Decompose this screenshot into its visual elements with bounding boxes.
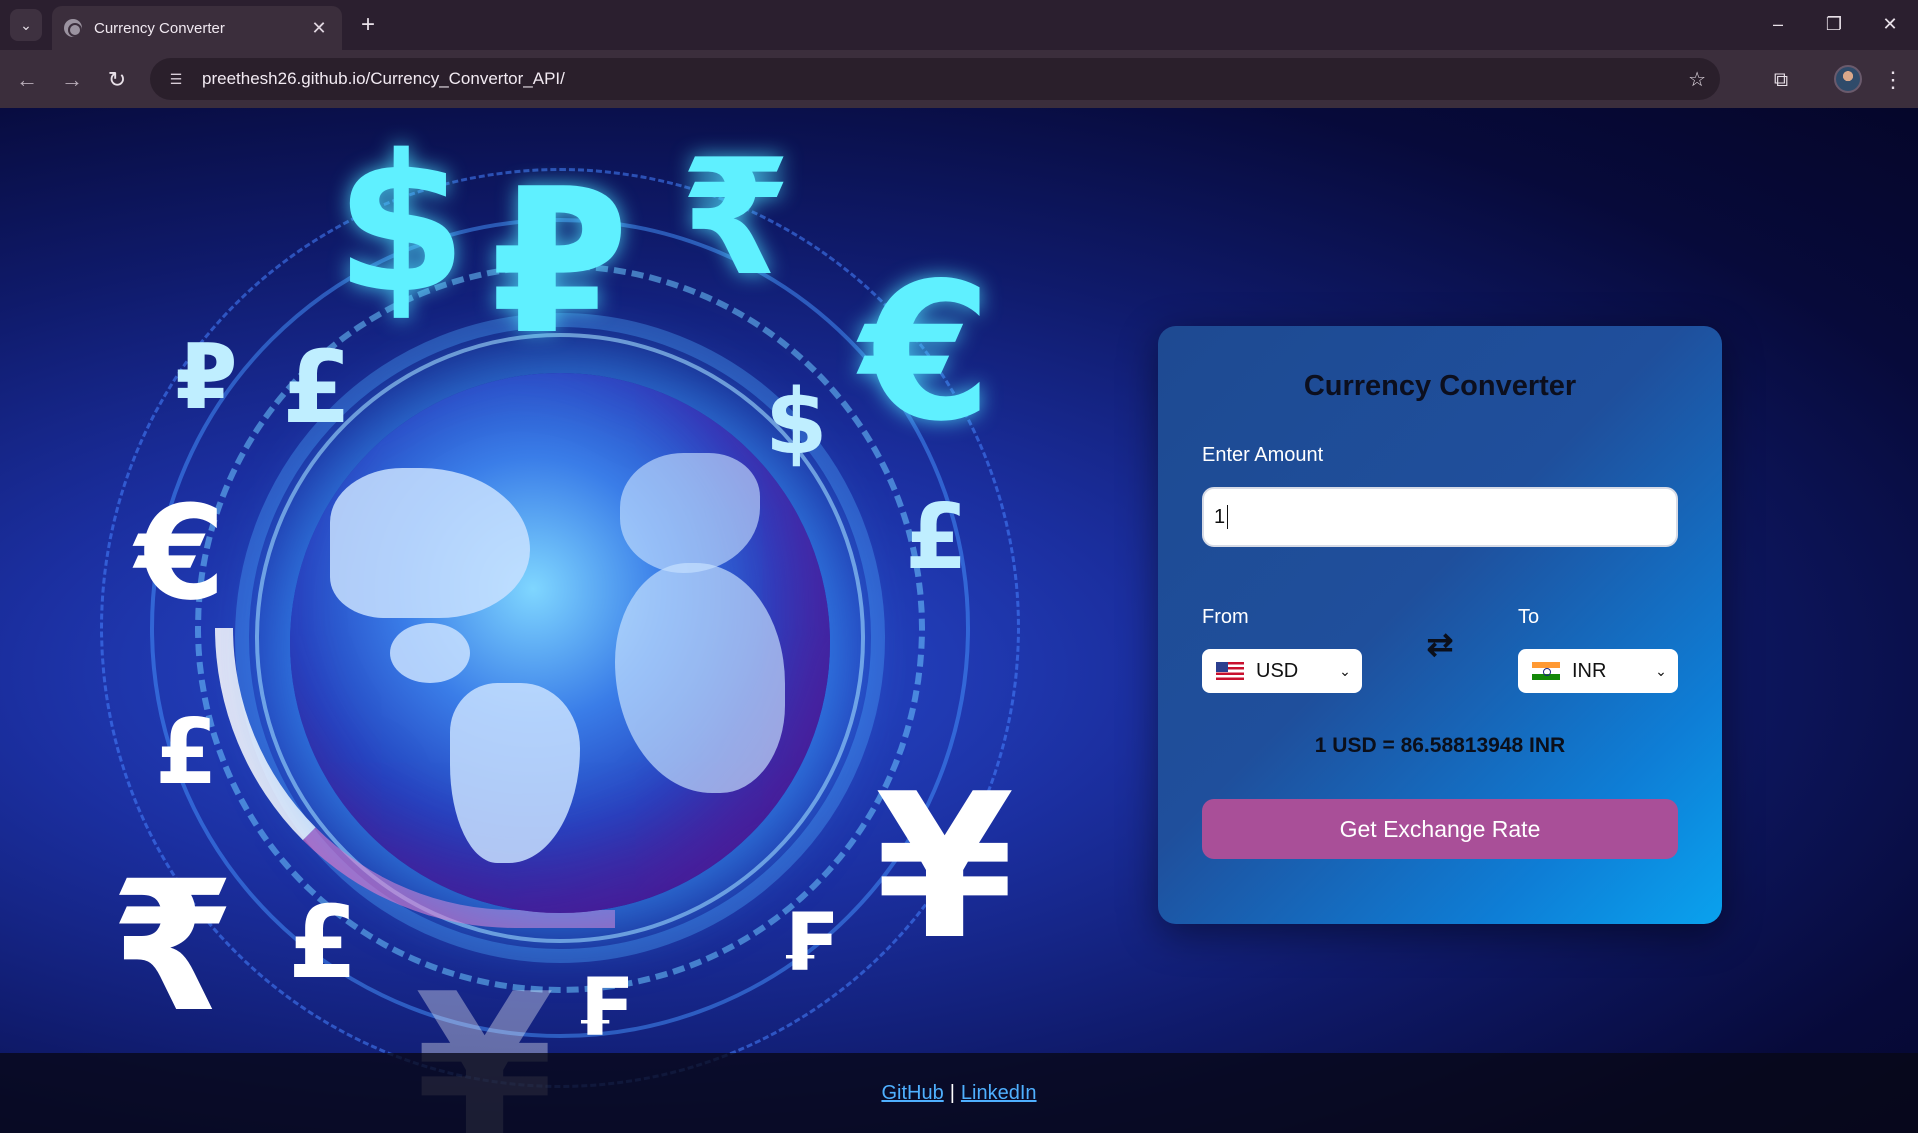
browser-toolbar: ← → ↻ ☰ preethesh26.github.io/Currency_C… (0, 50, 1918, 108)
from-label: From (1202, 606, 1249, 628)
tab-strip: ⌄ Currency Converter ✕ + – ❐ ✕ (0, 0, 1918, 50)
swap-icon[interactable]: ⇄ (1420, 624, 1460, 664)
amount-input[interactable]: 1 (1202, 487, 1678, 547)
globe (290, 373, 830, 913)
get-exchange-rate-button[interactable]: Get Exchange Rate (1202, 799, 1678, 859)
yen-icon: ¥ (875, 751, 1015, 984)
africa (615, 563, 785, 793)
dollar-icon: $ (335, 114, 468, 335)
central-america (390, 623, 470, 683)
pound-icon: £ (288, 884, 358, 1001)
avatar[interactable] (1834, 65, 1862, 93)
tab-title: Currency Converter (94, 19, 225, 37)
restore-icon[interactable]: ❐ (1814, 8, 1854, 40)
puzzle-icon[interactable]: ⧉ (1764, 63, 1798, 97)
site-info-icon[interactable]: ☰ (164, 67, 188, 91)
github-link[interactable]: GitHub (881, 1082, 943, 1105)
url-text[interactable]: preethesh26.github.io/Currency_Convertor… (202, 69, 565, 89)
from-currency-select[interactable]: USD ⌄ (1202, 649, 1362, 693)
ruble-icon: ₽ (490, 146, 630, 379)
reload-icon[interactable]: ↻ (100, 63, 134, 97)
pound-icon: £ (155, 700, 218, 805)
from-currency-value: USD (1256, 659, 1299, 682)
india-flag-icon (1532, 662, 1560, 680)
amount-label: Enter Amount (1202, 444, 1324, 466)
plus-icon[interactable]: + (352, 9, 384, 41)
us-flag-icon (1216, 662, 1244, 680)
star-icon[interactable]: ☆ (1688, 67, 1706, 92)
text-caret (1227, 505, 1229, 529)
to-label: To (1518, 606, 1540, 628)
forward-arrow-icon[interactable]: → (55, 63, 89, 97)
browser-tab[interactable]: Currency Converter ✕ (52, 6, 342, 50)
chevron-down-icon[interactable]: ⌄ (10, 9, 42, 41)
back-arrow-icon[interactable]: ← (10, 63, 44, 97)
globe-icon (64, 19, 82, 37)
south-america (450, 683, 580, 863)
rupee-icon: ₹ (680, 124, 792, 311)
to-currency-value: INR (1572, 659, 1607, 682)
footer: GitHub | LinkedIn (0, 1053, 1918, 1133)
to-currency-select[interactable]: INR ⌄ (1518, 649, 1678, 693)
chevron-down-icon: ⌄ (1339, 662, 1351, 679)
pound-icon: £ (905, 485, 968, 590)
page-viewport: $ ₽ ₹ € ₽ £ $ € £ £ ¥ ₹ £ ₣ ₣ ¥ Currency… (0, 108, 1918, 1133)
franc-icon: ₣ (575, 961, 631, 1054)
kebab-menu-icon[interactable]: ⋮ (1878, 63, 1908, 97)
converter-card: Currency Converter Enter Amount 1 From U… (1158, 326, 1722, 924)
exchange-result: 1 USD = 86.58813948 INR (1314, 734, 1566, 757)
footer-separator: | (949, 1081, 955, 1104)
north-america (330, 468, 530, 618)
minimize-icon[interactable]: – (1758, 8, 1798, 40)
euro-icon: € (135, 477, 226, 629)
linkedin-link[interactable]: LinkedIn (961, 1082, 1037, 1105)
franc-icon: ₣ (780, 896, 836, 989)
amount-value: 1 (1214, 505, 1226, 528)
rupee-icon: ₹ (110, 843, 236, 1052)
card-title: Currency Converter (1303, 370, 1577, 402)
address-bar[interactable]: ☰ preethesh26.github.io/Currency_Convert… (150, 58, 1720, 100)
ruble-icon: ₽ (175, 325, 238, 430)
close-window-icon[interactable]: ✕ (1870, 8, 1910, 40)
europe (620, 453, 760, 573)
hero-illustration: $ ₽ ₹ € ₽ £ $ € £ £ ¥ ₹ £ ₣ ₣ ¥ (0, 108, 1100, 1133)
pound-icon: £ (282, 329, 352, 446)
dollar-icon: $ (765, 370, 828, 475)
close-icon[interactable]: ✕ (308, 18, 330, 39)
euro-icon: € (860, 242, 993, 463)
chevron-down-icon: ⌄ (1655, 662, 1667, 679)
